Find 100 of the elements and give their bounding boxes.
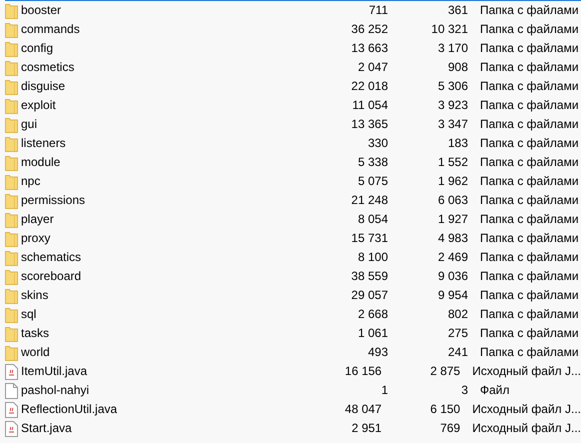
file-type: Папка с файлами	[480, 306, 579, 323]
file-size: 2 951	[350, 420, 382, 437]
file-name: schematics	[21, 249, 82, 266]
packed-size: 2 469	[436, 249, 468, 266]
folder-icon	[5, 288, 18, 304]
folder-icon	[5, 212, 18, 228]
folder-icon	[5, 154, 18, 170]
file-type: Папка с файлами	[480, 173, 579, 190]
folder-icon	[5, 2, 18, 18]
file-type: Файл	[480, 382, 510, 399]
packed-size: 3 170	[436, 40, 468, 57]
packed-size: 3 923	[436, 97, 468, 114]
packed-size: 9 954	[436, 287, 468, 304]
folder-icon	[5, 78, 18, 94]
file-name: commands	[21, 21, 81, 38]
file-name: permissions	[21, 192, 86, 209]
file-type: Исходный файл J...	[472, 363, 581, 380]
folder-icon	[5, 40, 18, 56]
packed-size: 769	[439, 420, 460, 437]
file-name: skins	[21, 287, 50, 304]
file-type: Папка с файлами	[480, 116, 579, 133]
file-type: Папка с файлами	[480, 287, 579, 304]
packed-size: 1 962	[436, 173, 468, 190]
file-type: Исходный файл J...	[472, 401, 581, 418]
packed-size: 183	[446, 135, 468, 152]
file-name: cosmetics	[21, 59, 76, 76]
file-size: 13 365	[350, 116, 388, 133]
file-size: 330	[366, 135, 388, 152]
file-name: booster	[21, 2, 62, 19]
file-size: 21 248	[350, 192, 388, 209]
file-size: 8 054	[356, 211, 388, 228]
file-size: 1 061	[356, 325, 388, 342]
file-type: Папка с файлами	[480, 211, 579, 228]
file-size: 5 075	[356, 173, 388, 190]
file-size: 2 047	[356, 59, 388, 76]
file-type: Папка с файлами	[480, 135, 579, 152]
file-type: Папка с файлами	[480, 154, 579, 171]
file-name: player	[21, 211, 55, 228]
file-size: 16 156	[344, 363, 382, 380]
folder-icon	[5, 344, 18, 360]
file-type: Папка с файлами	[480, 325, 579, 342]
file-type: Папка с файлами	[480, 21, 579, 38]
file-type: Папка с файлами	[480, 268, 579, 285]
file-size: 11 054	[351, 97, 388, 114]
packed-size: 10 321	[430, 21, 468, 38]
packed-size: 5 306	[436, 78, 468, 95]
folder-icon	[5, 116, 18, 132]
file-name: pashol-nahyi	[21, 382, 90, 399]
file-size: 493	[366, 344, 388, 361]
folder-icon	[5, 230, 18, 246]
file-name: sql	[21, 306, 38, 323]
file-name: tasks	[21, 325, 50, 342]
folder-icon	[5, 174, 18, 190]
folder-icon	[5, 22, 18, 38]
packed-size: 275	[446, 325, 468, 342]
file-type: Папка с файлами	[480, 40, 579, 57]
packed-size: 1 552	[436, 154, 468, 171]
packed-size: 361	[446, 2, 468, 19]
file-name: ItemUtil.java	[21, 363, 88, 380]
file-name: npc	[21, 173, 42, 190]
packed-size: 908	[446, 59, 468, 76]
file-name: proxy	[21, 230, 52, 247]
file-type: Папка с файлами	[480, 59, 579, 76]
file-size: 8 100	[356, 249, 388, 266]
folder-icon	[5, 98, 18, 114]
packed-size: 241	[446, 344, 468, 361]
packed-size: 3	[460, 382, 468, 399]
file-name: config	[21, 40, 54, 57]
packed-size: 1 927	[436, 211, 468, 228]
folder-icon	[5, 60, 18, 76]
file-size: 13 663	[350, 40, 388, 57]
file-type: Папка с файлами	[480, 192, 579, 209]
file-type: Папка с файлами	[480, 2, 579, 19]
packed-size: 2 875	[429, 363, 460, 380]
java-file-icon	[5, 420, 18, 436]
file-name: listeners	[21, 135, 67, 152]
folder-icon	[5, 250, 18, 266]
folder-icon	[5, 326, 18, 342]
file-size: 29 057	[350, 287, 388, 304]
packed-size: 9 036	[436, 268, 468, 285]
packed-size: 6 150	[429, 401, 460, 418]
folder-icon	[5, 192, 18, 208]
file-size: 1	[380, 382, 388, 399]
packed-size: 802	[446, 306, 468, 323]
file-name: Start.java	[21, 420, 73, 437]
java-file-icon	[5, 402, 18, 418]
file-name: module	[21, 154, 62, 171]
file-type: Папка с файлами	[480, 230, 579, 247]
file-size: 22 018	[350, 78, 388, 95]
file-size: 48 047	[344, 401, 382, 418]
file-type: Папка с файлами	[480, 97, 579, 114]
file-name: world	[21, 344, 51, 361]
file-size: 5 338	[356, 154, 388, 171]
packed-size: 6 063	[436, 192, 468, 209]
file-name: scoreboard	[21, 268, 82, 285]
file-type: Папка с файлами	[480, 344, 579, 361]
packed-size: 4 983	[436, 230, 468, 247]
file-size: 711	[368, 2, 388, 19]
file-name: gui	[21, 116, 38, 133]
file-type: Папка с файлами	[480, 78, 579, 95]
